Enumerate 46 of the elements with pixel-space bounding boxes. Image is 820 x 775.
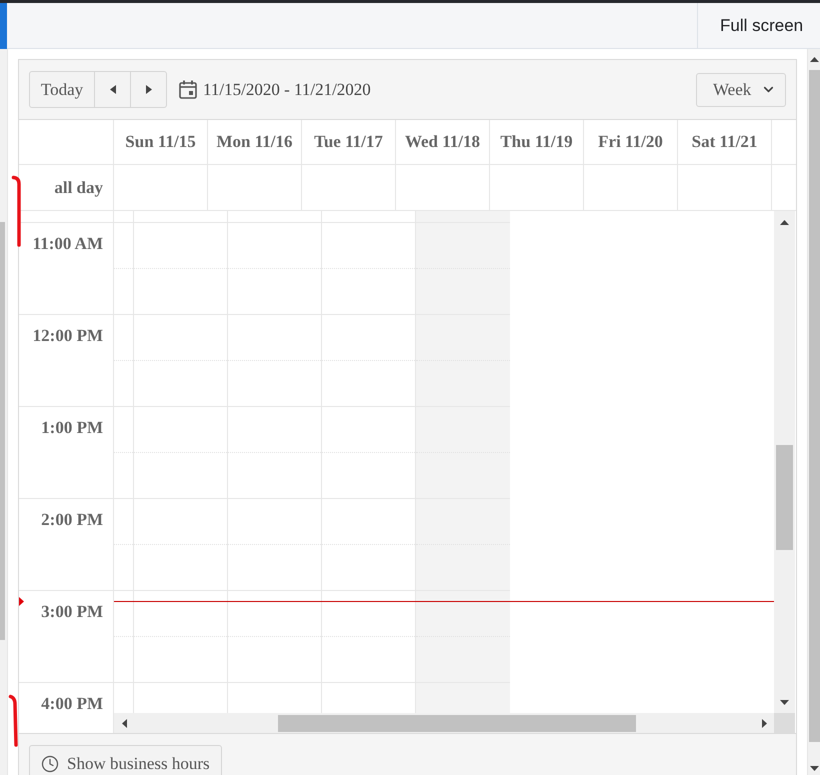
- full-screen-button[interactable]: Full screen: [697, 3, 820, 48]
- time-label: 12:00 PM: [32, 326, 103, 346]
- scrollbar-thumb[interactable]: [776, 445, 793, 550]
- view-select[interactable]: Week: [696, 72, 786, 106]
- time-label: 2:00 PM: [41, 510, 103, 530]
- calendar-icon: [179, 80, 197, 99]
- scroll-left-icon: [122, 718, 126, 728]
- day-header: Thu 11/19: [500, 132, 573, 152]
- all-day-label: all day: [54, 178, 103, 198]
- scrollbar-thumb[interactable]: [278, 714, 636, 732]
- day-column[interactable]: [228, 211, 322, 713]
- view-select-value: Week: [713, 80, 752, 100]
- scroll-up-icon: [810, 57, 818, 62]
- sidebar-edge: [0, 3, 7, 49]
- next-button[interactable]: [130, 71, 167, 108]
- scroll-down-icon: [810, 766, 818, 770]
- day-header: Sat 11/21: [692, 132, 758, 152]
- previous-button[interactable]: [94, 71, 131, 108]
- day-column[interactable]: [134, 211, 228, 713]
- day-column[interactable]: [322, 211, 416, 713]
- clock-icon: [41, 755, 59, 773]
- scrollbar-thumb[interactable]: [809, 70, 820, 742]
- vertical-scrollbar[interactable]: [774, 211, 795, 713]
- time-label: 1:00 PM: [41, 418, 103, 438]
- time-label: 3:00 PM: [41, 602, 103, 622]
- business-hours-button[interactable]: Show business hours: [29, 745, 222, 775]
- time-label: 11:00 AM: [32, 234, 103, 254]
- time-label: 4:00 PM: [41, 694, 103, 714]
- scrollbar-thumb[interactable]: [0, 222, 5, 640]
- day-header: Wed 11/18: [404, 132, 480, 152]
- caret-right-icon: [146, 85, 152, 94]
- day-header: Mon 11/16: [216, 132, 293, 152]
- scroll-up-icon: [780, 220, 789, 224]
- scroll-down-icon: [780, 700, 789, 704]
- page-scrollbar[interactable]: [807, 49, 820, 775]
- day-column[interactable]: [114, 211, 134, 713]
- horizontal-scrollbar[interactable]: [114, 713, 774, 733]
- day-header: Tue 11/17: [314, 132, 383, 152]
- caret-left-icon: [110, 85, 116, 94]
- day-header: Fri 11/20: [598, 132, 663, 152]
- annotation-mark-icon: [11, 175, 23, 248]
- day-column[interactable]: [416, 211, 510, 713]
- annotation-mark-icon: [8, 694, 20, 748]
- day-header: Sun 11/15: [125, 132, 196, 152]
- today-button[interactable]: Today: [29, 71, 95, 108]
- scroll-right-icon: [762, 718, 766, 728]
